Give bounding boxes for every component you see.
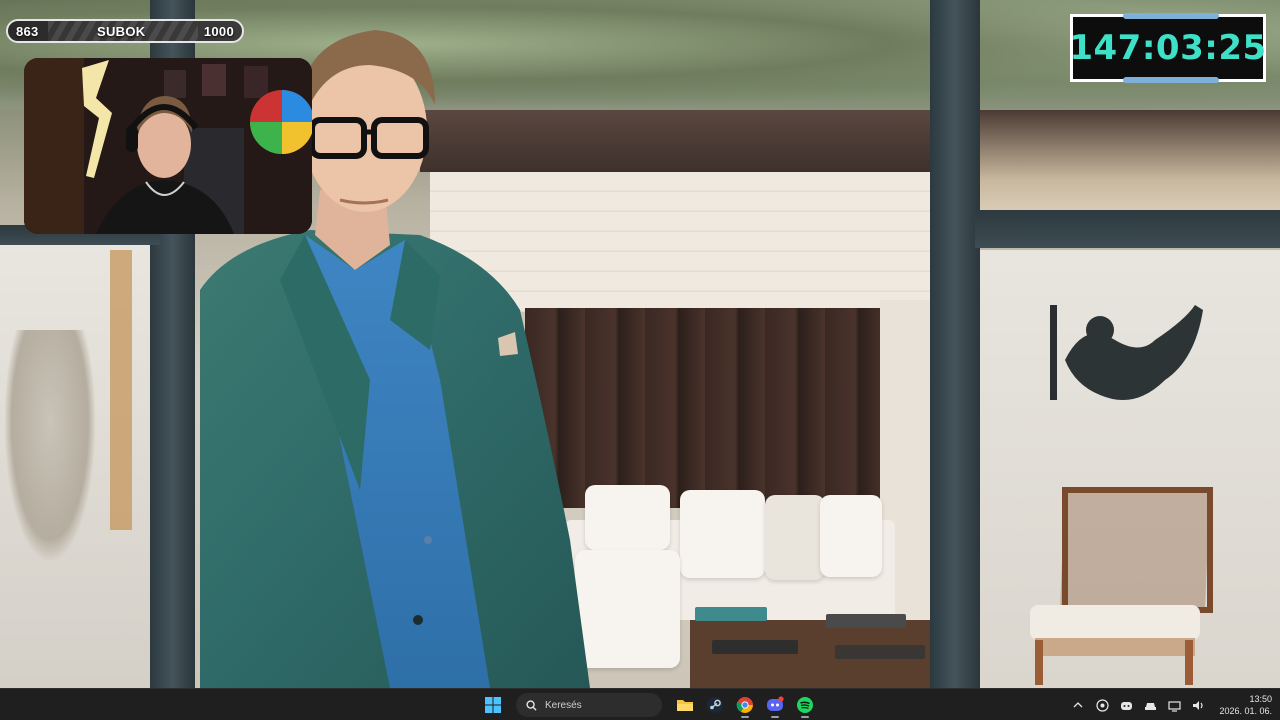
timer-decor-bar — [1123, 13, 1219, 19]
sub-goal-label: SUBOK — [97, 23, 146, 39]
book — [826, 614, 906, 628]
sub-goal-target: 1000 — [203, 23, 234, 39]
file-explorer-icon — [677, 700, 693, 711]
webcam-overlay — [24, 58, 312, 234]
sculpture — [5, 330, 95, 560]
book — [835, 645, 925, 659]
discord-tray-icon[interactable] — [1119, 698, 1133, 712]
steam-button[interactable] — [702, 692, 728, 718]
webcam-feed — [24, 58, 312, 234]
taskbar-apps: Keresés — [480, 689, 818, 720]
window-frame — [930, 0, 980, 688]
file-explorer-button[interactable] — [672, 692, 698, 718]
sub-goal-bar: 863 SUBOK 1000 — [6, 19, 244, 43]
taskbar: Keresés 13:50 2026. 01. 06. — [0, 688, 1280, 720]
spotify-icon — [797, 697, 813, 713]
discord-icon — [767, 696, 784, 711]
taskbar-clock[interactable]: 13:50 2026. 01. 06. — [1219, 693, 1272, 717]
chevron-up-icon[interactable] — [1071, 698, 1085, 712]
sub-goal-current: 863 — [16, 23, 39, 39]
steam-icon — [707, 697, 723, 713]
chrome-icon — [736, 697, 753, 713]
timer-decor-bar — [1123, 77, 1219, 83]
start-icon — [485, 697, 501, 713]
spotify-button[interactable] — [792, 692, 818, 718]
book — [695, 607, 767, 621]
upper-right-window — [980, 110, 1280, 210]
volume-icon[interactable] — [1191, 698, 1205, 712]
pillow — [680, 490, 765, 578]
search-placeholder: Keresés — [545, 699, 582, 711]
chrome-button[interactable] — [732, 692, 758, 718]
timer-value: 147:03:25 — [1069, 28, 1267, 68]
book — [712, 640, 798, 654]
start-button[interactable] — [480, 692, 506, 718]
system-tray: 13:50 2026. 01. 06. — [1071, 689, 1272, 720]
pillow — [765, 495, 825, 580]
stream-timer: 147:03:25 — [1069, 13, 1267, 83]
wood-post — [110, 250, 132, 530]
pillow — [820, 495, 882, 577]
wooden-chair — [1030, 487, 1213, 685]
search-icon — [526, 699, 537, 711]
clock-date: 2026. 01. 06. — [1219, 706, 1272, 716]
obs-tray-icon[interactable] — [1095, 698, 1109, 712]
window-frame — [975, 210, 1280, 248]
discord-button[interactable] — [762, 692, 788, 718]
network-icon[interactable] — [1167, 698, 1181, 712]
clock-time: 13:50 — [1249, 694, 1272, 704]
wall-art — [1050, 305, 1203, 400]
taskbar-search[interactable]: Keresés — [516, 693, 662, 717]
car-icon[interactable] — [1143, 698, 1157, 712]
